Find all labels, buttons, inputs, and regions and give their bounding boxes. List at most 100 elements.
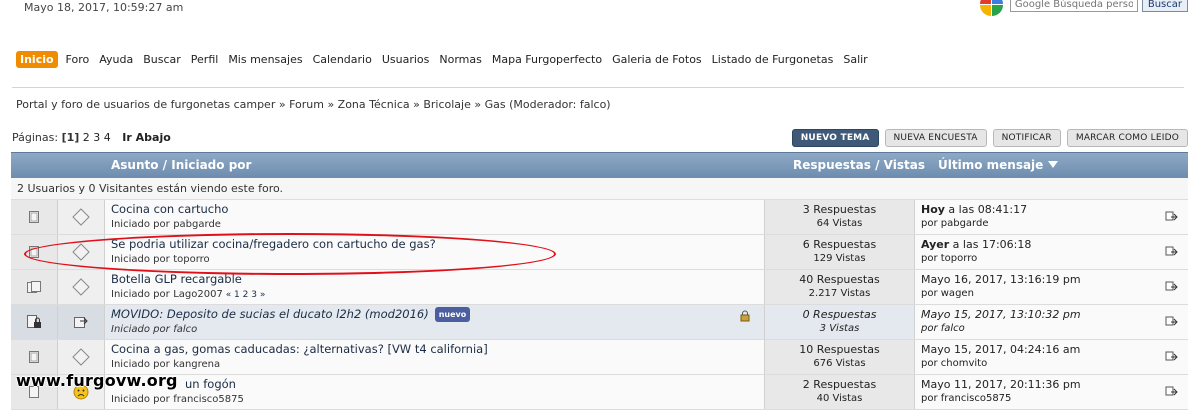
last-post-link-icon[interactable] (1155, 235, 1188, 269)
table-row: MOVIDO: Deposito de sucias el ducato l2h… (11, 305, 1188, 340)
last-post-author[interactable]: por chomvito (921, 357, 1155, 371)
jump-down-link[interactable]: Ir Abajo (122, 131, 171, 144)
last-post-link-icon[interactable] (1155, 200, 1188, 234)
nav-item-normas[interactable]: Normas (439, 53, 481, 66)
table-header: Asunto / Iniciado por Respuestas / Vista… (11, 152, 1188, 178)
table-row: Botella GLP recargable Iniciado por Lago… (11, 270, 1188, 305)
topic-started-by: Iniciado por (111, 324, 170, 335)
topic-author-link[interactable]: pabgarde (173, 219, 221, 230)
view-count: 129 Vistas (813, 253, 866, 264)
col-subject[interactable]: Asunto / Iniciado por (111, 158, 251, 172)
nav-item-calendario[interactable]: Calendario (313, 53, 372, 66)
nav-item-perfil[interactable]: Perfil (191, 53, 219, 66)
last-post-day: Hoy (921, 203, 945, 216)
reply-count: 3 Respuestas (802, 203, 877, 216)
new-poll-button[interactable]: NUEVA ENCUESTA (884, 129, 987, 147)
last-post-link-icon[interactable] (1155, 305, 1188, 339)
topic-title-link[interactable]: Botella GLP recargable (111, 272, 764, 287)
last-post-time: a las 08:41:17 (944, 203, 1028, 216)
topic-status-icon (11, 235, 58, 269)
mark-read-button[interactable]: MARCAR COMO LEIDO (1066, 129, 1188, 147)
nav-item-galeria[interactable]: Galeria de Fotos (612, 53, 702, 66)
locked-topic-icon (11, 305, 58, 339)
last-post-link-icon[interactable] (1155, 270, 1188, 304)
topic-started-by: Iniciado por (111, 219, 170, 230)
last-post-link-icon[interactable] (1155, 340, 1188, 374)
last-post-author[interactable]: por falco (921, 322, 1155, 336)
reply-count: 0 Respuestas (802, 308, 877, 321)
topic-type-icon (58, 235, 105, 269)
nav-item-mapa[interactable]: Mapa Furgoperfecto (492, 53, 602, 66)
topic-author-link[interactable]: falco (173, 324, 197, 335)
nav-item-listado[interactable]: Listado de Furgonetas (712, 53, 834, 66)
last-post-time: Mayo 16, 2017, 13:16:19 pm (921, 273, 1081, 286)
last-post-author[interactable]: por toporro (921, 252, 1155, 266)
search-button[interactable]: Buscar (1141, 0, 1188, 12)
col-last-post[interactable]: Último mensaje (938, 158, 1058, 172)
last-post-day: Ayer (921, 238, 950, 251)
topic-type-icon (58, 340, 105, 374)
nav-item-salir[interactable]: Salir (843, 53, 867, 66)
reply-count: 2 Respuestas (802, 378, 877, 391)
new-topic-button[interactable]: NUEVO TEMA (791, 129, 879, 147)
reply-count: 6 Respuestas (802, 238, 877, 251)
last-post-link-icon[interactable] (1155, 375, 1188, 409)
reply-count: 40 Respuestas (799, 273, 880, 286)
notify-button[interactable]: NOTIFICAR (992, 129, 1061, 147)
watermark: www.furgovw.org (16, 371, 178, 390)
table-row: Se podria utilizar cocina/fregadero con … (11, 235, 1188, 270)
topic-type-icon (58, 270, 105, 304)
action-buttons: NUEVO TEMA NUEVA ENCUESTA NOTIFICAR MARC… (791, 129, 1188, 147)
topic-table: Asunto / Iniciado por Respuestas / Vista… (11, 152, 1188, 410)
pagination-pages[interactable]: 2 3 4 (83, 131, 111, 144)
topic-author-link[interactable]: francisco5875 (173, 394, 244, 405)
topic-title-link[interactable]: Cocina a gas, gomas caducadas: ¿alternat… (111, 342, 764, 357)
moved-topic-icon (58, 305, 105, 339)
divider (12, 87, 1184, 88)
reply-count: 10 Respuestas (799, 343, 880, 356)
topic-title-link[interactable]: Se podria utilizar cocina/fregadero con … (111, 237, 764, 252)
last-post-author[interactable]: por wagen (921, 287, 1155, 301)
topic-author-link[interactable]: Lago2007 (173, 289, 223, 300)
last-post-time: Mayo 15, 2017, 04:24:16 am (921, 343, 1081, 356)
topic-author-link[interactable]: toporro (173, 254, 209, 265)
view-count: 676 Vistas (813, 358, 866, 369)
search-input[interactable] (1009, 0, 1138, 12)
topic-title-link[interactable]: MOVIDO: Deposito de sucias el ducato l2h… (111, 307, 764, 322)
last-post-author[interactable]: por francisco5875 (921, 392, 1155, 406)
topic-title-link[interactable]: un fogón (111, 377, 764, 392)
nav-item-buscar[interactable]: Buscar (143, 53, 181, 66)
nav-item-ayuda[interactable]: Ayuda (99, 53, 133, 66)
nav-item-foro[interactable]: Foro (66, 53, 90, 66)
hot-topic-icon (11, 270, 58, 304)
topic-started-by: Iniciado por (111, 289, 170, 300)
last-post-time: Mayo 11, 2017, 20:11:36 pm (921, 378, 1081, 391)
nav-item-usuarios[interactable]: Usuarios (382, 53, 430, 66)
breadcrumb[interactable]: Portal y foro de usuarios de furgonetas … (16, 98, 611, 111)
topic-title-link[interactable]: Cocina con cartucho (111, 202, 764, 217)
topic-status-icon (11, 200, 58, 234)
topic-status-icon (11, 340, 58, 374)
pagination-label: Páginas: (12, 131, 59, 144)
new-badge: nuevo (434, 307, 471, 322)
view-count: 2.217 Vistas (808, 288, 871, 299)
table-row: un fogón Iniciado por francisco5875 2 Re… (11, 375, 1188, 410)
nav-item-inicio[interactable]: Inicio (16, 51, 58, 68)
topic-started-by: Iniciado por (111, 359, 170, 370)
last-post-time: Mayo 15, 2017, 13:10:32 pm (921, 308, 1081, 321)
topic-started-by: Iniciado por (111, 254, 170, 265)
table-row: Cocina a gas, gomas caducadas: ¿alternat… (11, 340, 1188, 375)
nav-item-mis-mensajes[interactable]: Mis mensajes (228, 53, 302, 66)
sort-down-icon (1047, 161, 1058, 168)
view-count: 64 Vistas (816, 218, 863, 229)
topic-title-text: MOVIDO: Deposito de sucias el ducato l2h… (111, 307, 429, 321)
topic-started-by: Iniciado por (111, 394, 170, 405)
view-count: 40 Vistas (816, 393, 863, 404)
last-post-author[interactable]: por pabgarde (921, 217, 1155, 231)
table-row: Cocina con cartucho Iniciado por pabgard… (11, 200, 1188, 235)
topic-author-link[interactable]: kangrena (173, 359, 220, 370)
topic-pages-links[interactable]: « 1 2 3 » (223, 290, 266, 300)
col-replies[interactable]: Respuestas / Vistas (793, 158, 925, 172)
lock-icon (740, 310, 750, 325)
last-post-time: a las 17:06:18 (949, 238, 1032, 251)
